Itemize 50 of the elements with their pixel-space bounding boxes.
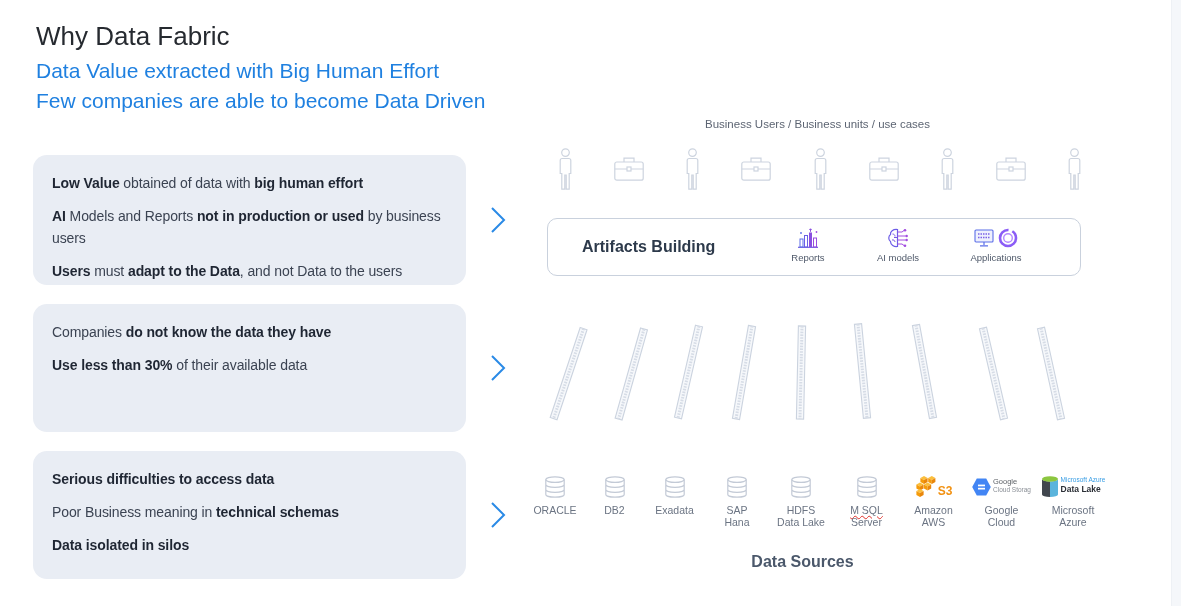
briefcase-icon xyxy=(741,157,772,181)
artifact-label: AI models xyxy=(876,252,920,264)
statement-text: Poor Business meaning in technical schemas xyxy=(52,503,340,522)
source-label: M SQL Server xyxy=(850,504,883,528)
bar-chart-icon xyxy=(797,228,819,248)
slide-title: Why Data Fabric xyxy=(36,20,231,52)
statement-text: Use less than 30% of their available data xyxy=(52,356,309,375)
source-label: DB2 xyxy=(604,504,625,516)
slide-subtitle: Data Value extracted with Big Human Effort xyxy=(36,58,441,84)
monitor-icon xyxy=(974,229,994,247)
slide-subtitle: Few companies are able to become Data Driven xyxy=(36,88,487,114)
source-label: Exadata xyxy=(655,504,694,516)
chevron-right-icon xyxy=(490,501,506,529)
source-label: Amazon AWS xyxy=(914,504,953,528)
statement-text: Data isolated in silos xyxy=(52,536,191,555)
briefcase-icon xyxy=(995,157,1026,181)
panel-title: Artifacts Building xyxy=(581,238,717,256)
source-label: Google Cloud xyxy=(984,504,1019,528)
statement-text: Low Value obtained of data with big human effort xyxy=(52,174,365,193)
database-icon xyxy=(726,476,748,498)
ring-icon xyxy=(998,228,1018,248)
person-icon xyxy=(1066,148,1083,190)
hexagon-icon xyxy=(972,478,991,496)
briefcase-icon xyxy=(868,157,899,181)
logo-text: S3 xyxy=(937,485,953,497)
source-label: SAP Hana xyxy=(724,504,750,528)
briefcase-icon xyxy=(614,157,645,181)
database-icon xyxy=(663,476,686,498)
database-icon xyxy=(603,476,626,498)
source-label: HDFS Data Lake xyxy=(777,504,825,528)
statement-text: Serious difficulties to access data xyxy=(52,470,276,489)
chevron-right-icon xyxy=(490,354,506,382)
statement-text: Companies do not know the data they have xyxy=(52,323,333,342)
person-icon xyxy=(557,148,574,190)
source-label: Microsoft Azure xyxy=(1051,504,1095,528)
logo-text: Data Lake xyxy=(1060,484,1101,494)
source-label: ORACLE xyxy=(533,504,577,516)
brain-circuit-icon xyxy=(887,228,909,248)
statement-text: Users must adapt to the Data, and not Data to the users xyxy=(52,262,404,281)
database-icon xyxy=(790,476,812,498)
database-icon xyxy=(855,476,878,498)
section-title: Data Sources xyxy=(750,552,855,572)
statement-text: AI Models and Reports not in production or used by business users xyxy=(52,207,442,248)
diagram-caption: Business Users / Business units / use cases xyxy=(704,117,931,132)
chevron-right-icon xyxy=(490,206,506,234)
lake-cylinder-icon xyxy=(1040,475,1059,498)
artifact-label: Reports xyxy=(791,252,825,264)
artifact-label: Applications xyxy=(970,252,1022,264)
database-icon xyxy=(544,476,566,498)
cubes-icon xyxy=(914,476,936,498)
